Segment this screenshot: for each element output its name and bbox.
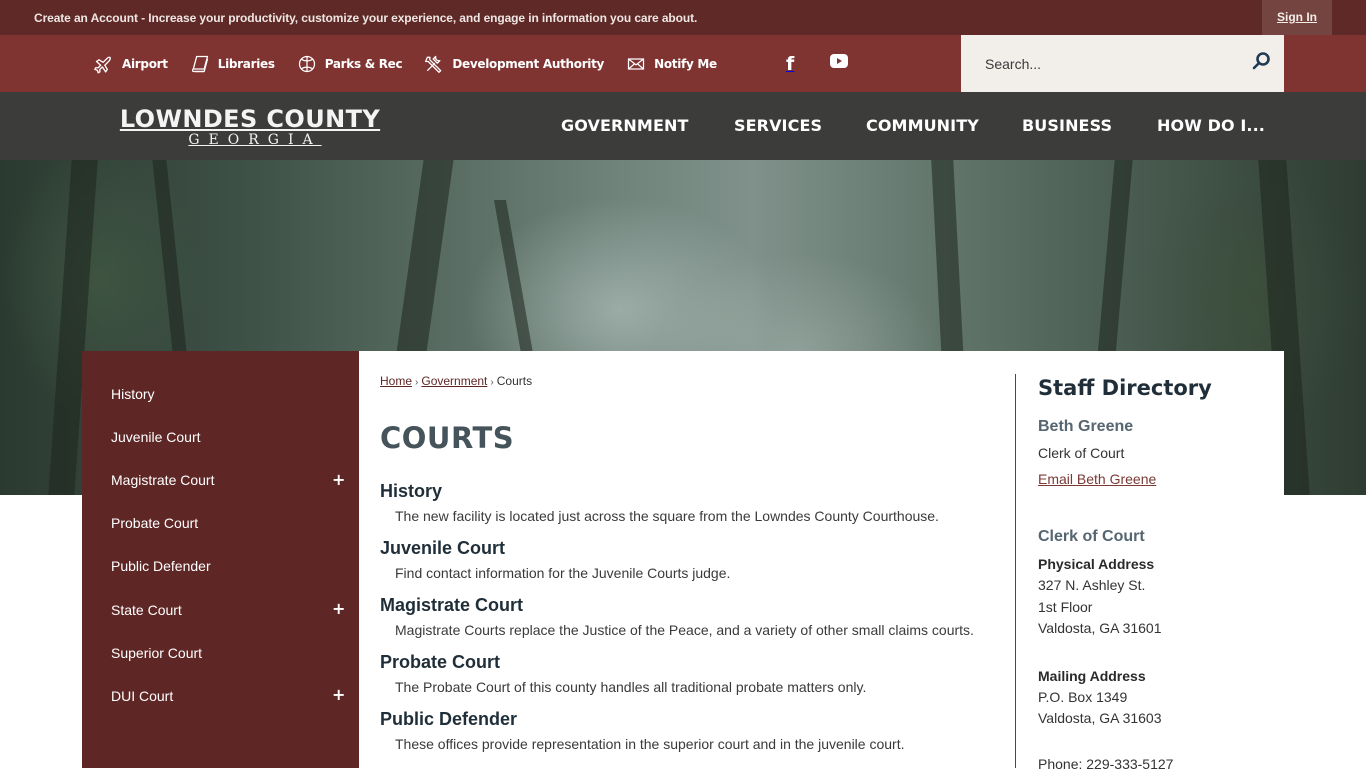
breadcrumb-current: Courts xyxy=(496,374,533,388)
breadcrumb-separator: › xyxy=(490,377,494,388)
nav-business[interactable]: BUSINESS xyxy=(1022,116,1112,135)
entry-description: Magistrate Courts replace the Justice of… xyxy=(395,622,974,638)
nav-community[interactable]: COMMUNITY xyxy=(866,116,979,135)
search-box xyxy=(961,35,1284,92)
staff-directory-title: Staff Directory xyxy=(1038,376,1212,400)
facebook-link[interactable]: f xyxy=(786,35,794,92)
entry-title-magistrate-court[interactable]: Magistrate Court xyxy=(380,595,523,616)
breadcrumb-separator: › xyxy=(415,377,419,388)
entry-title-history[interactable]: History xyxy=(380,481,442,502)
entry-description: The new facility is located just across … xyxy=(395,508,939,524)
quick-link-notify-me[interactable]: Notify Me xyxy=(626,54,717,74)
search-input[interactable] xyxy=(985,53,1235,75)
envelope-icon xyxy=(626,54,646,74)
physical-address-label: Physical Address xyxy=(1038,556,1155,572)
staff-name: Beth Greene xyxy=(1038,418,1134,435)
entry-description: These offices provide representation in … xyxy=(395,736,905,752)
quick-link-libraries[interactable]: Libraries xyxy=(190,54,275,74)
expand-icon[interactable]: + xyxy=(332,685,345,704)
physical-address-line: Valdosta, GA 31601 xyxy=(1038,620,1162,636)
ball-icon xyxy=(297,54,317,74)
main-nav-items: GOVERNMENT SERVICES COMMUNITY BUSINESS H… xyxy=(0,92,1366,160)
side-nav-public-defender[interactable]: Public Defender xyxy=(111,558,211,574)
expand-icon[interactable]: + xyxy=(332,599,345,618)
entry-title-juvenile-court[interactable]: Juvenile Court xyxy=(380,538,505,559)
entry-title-probate-court[interactable]: Probate Court xyxy=(380,652,500,673)
entry-description: Find contact information for the Juvenil… xyxy=(395,565,731,581)
sidebar-divider xyxy=(1015,374,1016,768)
staff-role: Clerk of Court xyxy=(1038,445,1125,461)
promo-text: - Increase your productivity, customize … xyxy=(137,11,698,25)
mailing-address-line: Valdosta, GA 31603 xyxy=(1038,710,1162,726)
quick-link-label: Development Authority xyxy=(452,56,605,71)
search-icon xyxy=(1251,51,1271,76)
quick-link-label: Notify Me xyxy=(654,56,717,71)
expand-icon[interactable]: + xyxy=(332,470,345,489)
breadcrumb-government[interactable]: Government xyxy=(421,374,487,388)
physical-address-line: 1st Floor xyxy=(1038,599,1093,615)
quick-link-development-authority[interactable]: Development Authority xyxy=(424,54,604,74)
entry-description: The Probate Court of this county handles… xyxy=(395,679,867,695)
quick-link-label: Parks & Rec xyxy=(324,56,403,71)
facebook-icon: f xyxy=(786,52,795,75)
department-name: Clerk of Court xyxy=(1038,528,1145,545)
side-nav-history[interactable]: History xyxy=(111,386,155,402)
sign-in-button[interactable]: Sign In xyxy=(1262,0,1332,35)
side-nav: History Juvenile Court Magistrate Court … xyxy=(82,351,359,768)
side-nav-superior-court[interactable]: Superior Court xyxy=(111,645,202,661)
nav-services[interactable]: SERVICES xyxy=(734,116,822,135)
page-title: COURTS xyxy=(380,421,515,455)
nav-government[interactable]: GOVERNMENT xyxy=(561,116,688,135)
youtube-icon xyxy=(830,54,848,73)
phone-number: Phone: 229-333-5127 xyxy=(1038,756,1174,772)
book-icon xyxy=(190,54,210,74)
side-nav-probate-court[interactable]: Probate Court xyxy=(111,515,198,531)
quick-link-parks-rec[interactable]: Parks & Rec xyxy=(297,54,403,74)
search-button[interactable] xyxy=(1250,51,1272,76)
side-nav-juvenile-court[interactable]: Juvenile Court xyxy=(111,429,201,445)
account-bar: Create an Account - Increase your produc… xyxy=(0,0,1366,35)
physical-address-line: 327 N. Ashley St. xyxy=(1038,577,1146,593)
nav-how-do-i[interactable]: HOW DO I... xyxy=(1157,116,1265,135)
breadcrumb-home[interactable]: Home xyxy=(380,374,412,388)
quick-link-airport[interactable]: Airport xyxy=(94,54,168,74)
quick-link-label: Libraries xyxy=(217,56,275,71)
side-nav-magistrate-court[interactable]: Magistrate Court xyxy=(111,472,214,488)
quick-links: Airport Libraries Parks & Rec Developmen… xyxy=(94,35,739,92)
staff-email-link[interactable]: Email Beth Greene xyxy=(1038,471,1156,487)
breadcrumb: Home › Government › Courts xyxy=(380,374,532,388)
airplane-icon xyxy=(94,54,114,74)
create-account-link[interactable]: Create an Account xyxy=(34,11,138,25)
quick-link-label: Airport xyxy=(122,56,168,71)
youtube-link[interactable] xyxy=(830,35,848,92)
entry-title-public-defender[interactable]: Public Defender xyxy=(380,709,517,730)
tools-icon xyxy=(424,54,444,74)
mailing-address-label: Mailing Address xyxy=(1038,668,1146,684)
side-nav-state-court[interactable]: State Court xyxy=(111,602,182,618)
account-promo: Create an Account - Increase your produc… xyxy=(34,11,697,25)
mailing-address-line: P.O. Box 1349 xyxy=(1038,689,1128,705)
side-nav-dui-court[interactable]: DUI Court xyxy=(111,688,173,704)
